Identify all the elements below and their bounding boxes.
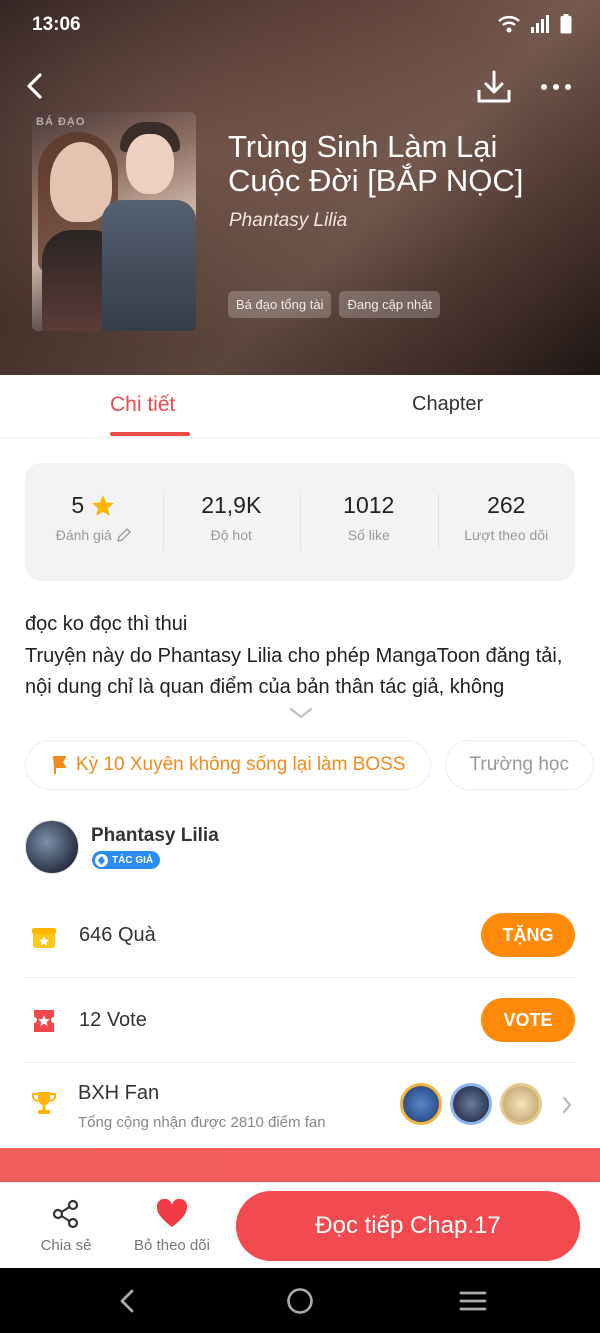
school-chip-label: Trường học xyxy=(469,754,569,775)
vote-count: 12 xyxy=(79,1009,102,1031)
vote-count-label: 12 Vote xyxy=(79,1009,147,1032)
unfollow-button[interactable]: Bỏ theo dõi xyxy=(126,1197,218,1254)
fan-avatar[interactable] xyxy=(500,1083,542,1125)
book-description[interactable]: đọc ko đọc thì thui Truyện này do Phanta… xyxy=(25,609,577,704)
stat-likes: 1012 Số like xyxy=(300,492,438,552)
status-bar: 13:06 xyxy=(0,0,600,52)
genre-tags: Bá đạo tổng tài Đang cập nhật xyxy=(228,291,441,318)
likes-label: Số like xyxy=(347,527,390,543)
signal-icon xyxy=(531,15,549,33)
flag-icon xyxy=(53,756,66,774)
fan-ranking-title: BXH Fan xyxy=(78,1082,160,1104)
fan-avatar[interactable] xyxy=(450,1083,492,1125)
status-time: 13:06 xyxy=(32,14,81,35)
continue-reading-button[interactable]: Đọc tiếp Chap.17 xyxy=(236,1191,580,1261)
wifi-icon xyxy=(498,16,520,33)
stat-rating[interactable]: 5 Đánh giá xyxy=(25,492,163,552)
download-icon xyxy=(477,70,511,103)
book-title: Trùng Sinh Làm Lại Cuộc Đời [BẮP NỌC] xyxy=(228,129,524,198)
tag-genre[interactable]: Bá đạo tổng tài xyxy=(228,291,332,318)
description-line-1: đọc ko đọc thì thui xyxy=(25,613,188,635)
author-avatar[interactable] xyxy=(25,820,79,874)
share-icon xyxy=(52,1199,79,1229)
ticket-icon xyxy=(34,1010,54,1032)
nav-recents-icon[interactable] xyxy=(458,1286,488,1316)
share-label: Chia sẻ xyxy=(40,1237,92,1254)
gift-count: 646 xyxy=(79,924,113,946)
author-badge-label: TÁC GIẢ xyxy=(112,854,154,866)
stat-followers: 262 Lượt theo dõi xyxy=(437,492,576,552)
gift-button[interactable]: TẶNG xyxy=(481,913,575,957)
followers-value: 262 xyxy=(487,492,526,518)
tab-detail[interactable]: Chi tiết xyxy=(110,393,175,417)
expand-description-button[interactable] xyxy=(288,704,314,722)
author-name: Phantasy Lilia xyxy=(91,825,219,846)
top-fans xyxy=(400,1083,542,1125)
followers-label: Lượt theo dõi xyxy=(464,527,549,543)
nav-home-icon[interactable] xyxy=(285,1286,315,1316)
book-cover: BÁ ĐẠO xyxy=(32,112,196,331)
tab-bar: Chi tiết Chapter xyxy=(0,375,600,438)
vote-unit: Vote xyxy=(106,1009,147,1031)
description-line-2: Truyện này do Phantasy Lilia cho phép Ma… xyxy=(25,644,563,699)
battery-icon xyxy=(560,14,572,34)
bottom-action-bar: Chia sẻ Bỏ theo dõi Đọc tiếp Chap.17 xyxy=(0,1182,600,1268)
more-icon xyxy=(541,84,571,90)
trophy-icon xyxy=(32,1092,56,1114)
edit-icon xyxy=(117,528,131,542)
event-chip-label: Kỳ 10 Xuyên không sống lại làm BOSS xyxy=(76,754,406,775)
gift-count-label: 646 Quà xyxy=(79,924,156,947)
tab-chapter[interactable]: Chapter xyxy=(412,393,483,416)
diamond-icon xyxy=(97,855,106,865)
promo-banner[interactable] xyxy=(0,1148,600,1184)
vote-row: 12 Vote VOTE xyxy=(25,978,575,1063)
android-nav-bar xyxy=(0,1268,600,1333)
share-button[interactable]: Chia sẻ xyxy=(32,1197,100,1254)
fan-avatar[interactable] xyxy=(400,1083,442,1125)
more-button[interactable] xyxy=(536,70,576,104)
star-icon xyxy=(92,494,114,516)
heart-icon xyxy=(156,1199,188,1227)
tab-active-indicator xyxy=(110,432,190,436)
stats-panel: 5 Đánh giá 21,9K Độ hot 1012 Số like 262… xyxy=(25,463,575,581)
cover-watermark: BÁ ĐẠO xyxy=(36,116,86,128)
chevron-right-icon xyxy=(562,1096,572,1114)
author-row[interactable]: Phantasy Lilia TÁC GIẢ xyxy=(25,820,575,876)
download-button[interactable] xyxy=(474,68,514,106)
gift-unit: Quà xyxy=(117,924,156,946)
event-chip[interactable]: Kỳ 10 Xuyên không sống lại làm BOSS xyxy=(25,740,431,790)
fan-ranking-row[interactable]: BXH Fan Tổng cộng nhận được 2810 điểm fa… xyxy=(25,1063,575,1148)
tag-status: Đang cập nhật xyxy=(339,291,441,318)
hot-value: 21,9K xyxy=(201,492,262,518)
author-badge: TÁC GIẢ xyxy=(92,851,161,869)
rating-label: Đánh giá xyxy=(55,527,112,543)
nav-back-icon[interactable] xyxy=(112,1286,142,1316)
vote-button[interactable]: VOTE xyxy=(481,998,575,1042)
hot-label: Độ hot xyxy=(210,527,252,543)
gift-row: 646 Quà TẶNG xyxy=(25,893,575,978)
fan-ranking-subtitle: Tổng cộng nhận được 2810 điểm fan xyxy=(78,1114,326,1131)
likes-value: 1012 xyxy=(343,492,395,518)
event-chips: Kỳ 10 Xuyên không sống lại làm BOSS Trườ… xyxy=(25,740,594,790)
stat-hot: 21,9K Độ hot xyxy=(162,492,301,552)
top-bar xyxy=(0,62,600,110)
school-chip[interactable]: Trường học xyxy=(444,740,594,790)
unfollow-label: Bỏ theo dõi xyxy=(134,1237,210,1254)
back-button[interactable] xyxy=(20,66,52,106)
rating-value: 5 xyxy=(71,492,85,518)
gift-icon xyxy=(32,928,56,948)
back-arrow-icon xyxy=(27,73,42,99)
chevron-down-icon xyxy=(289,707,313,719)
book-author[interactable]: Phantasy Lilia xyxy=(229,210,347,232)
status-icons xyxy=(498,14,572,34)
